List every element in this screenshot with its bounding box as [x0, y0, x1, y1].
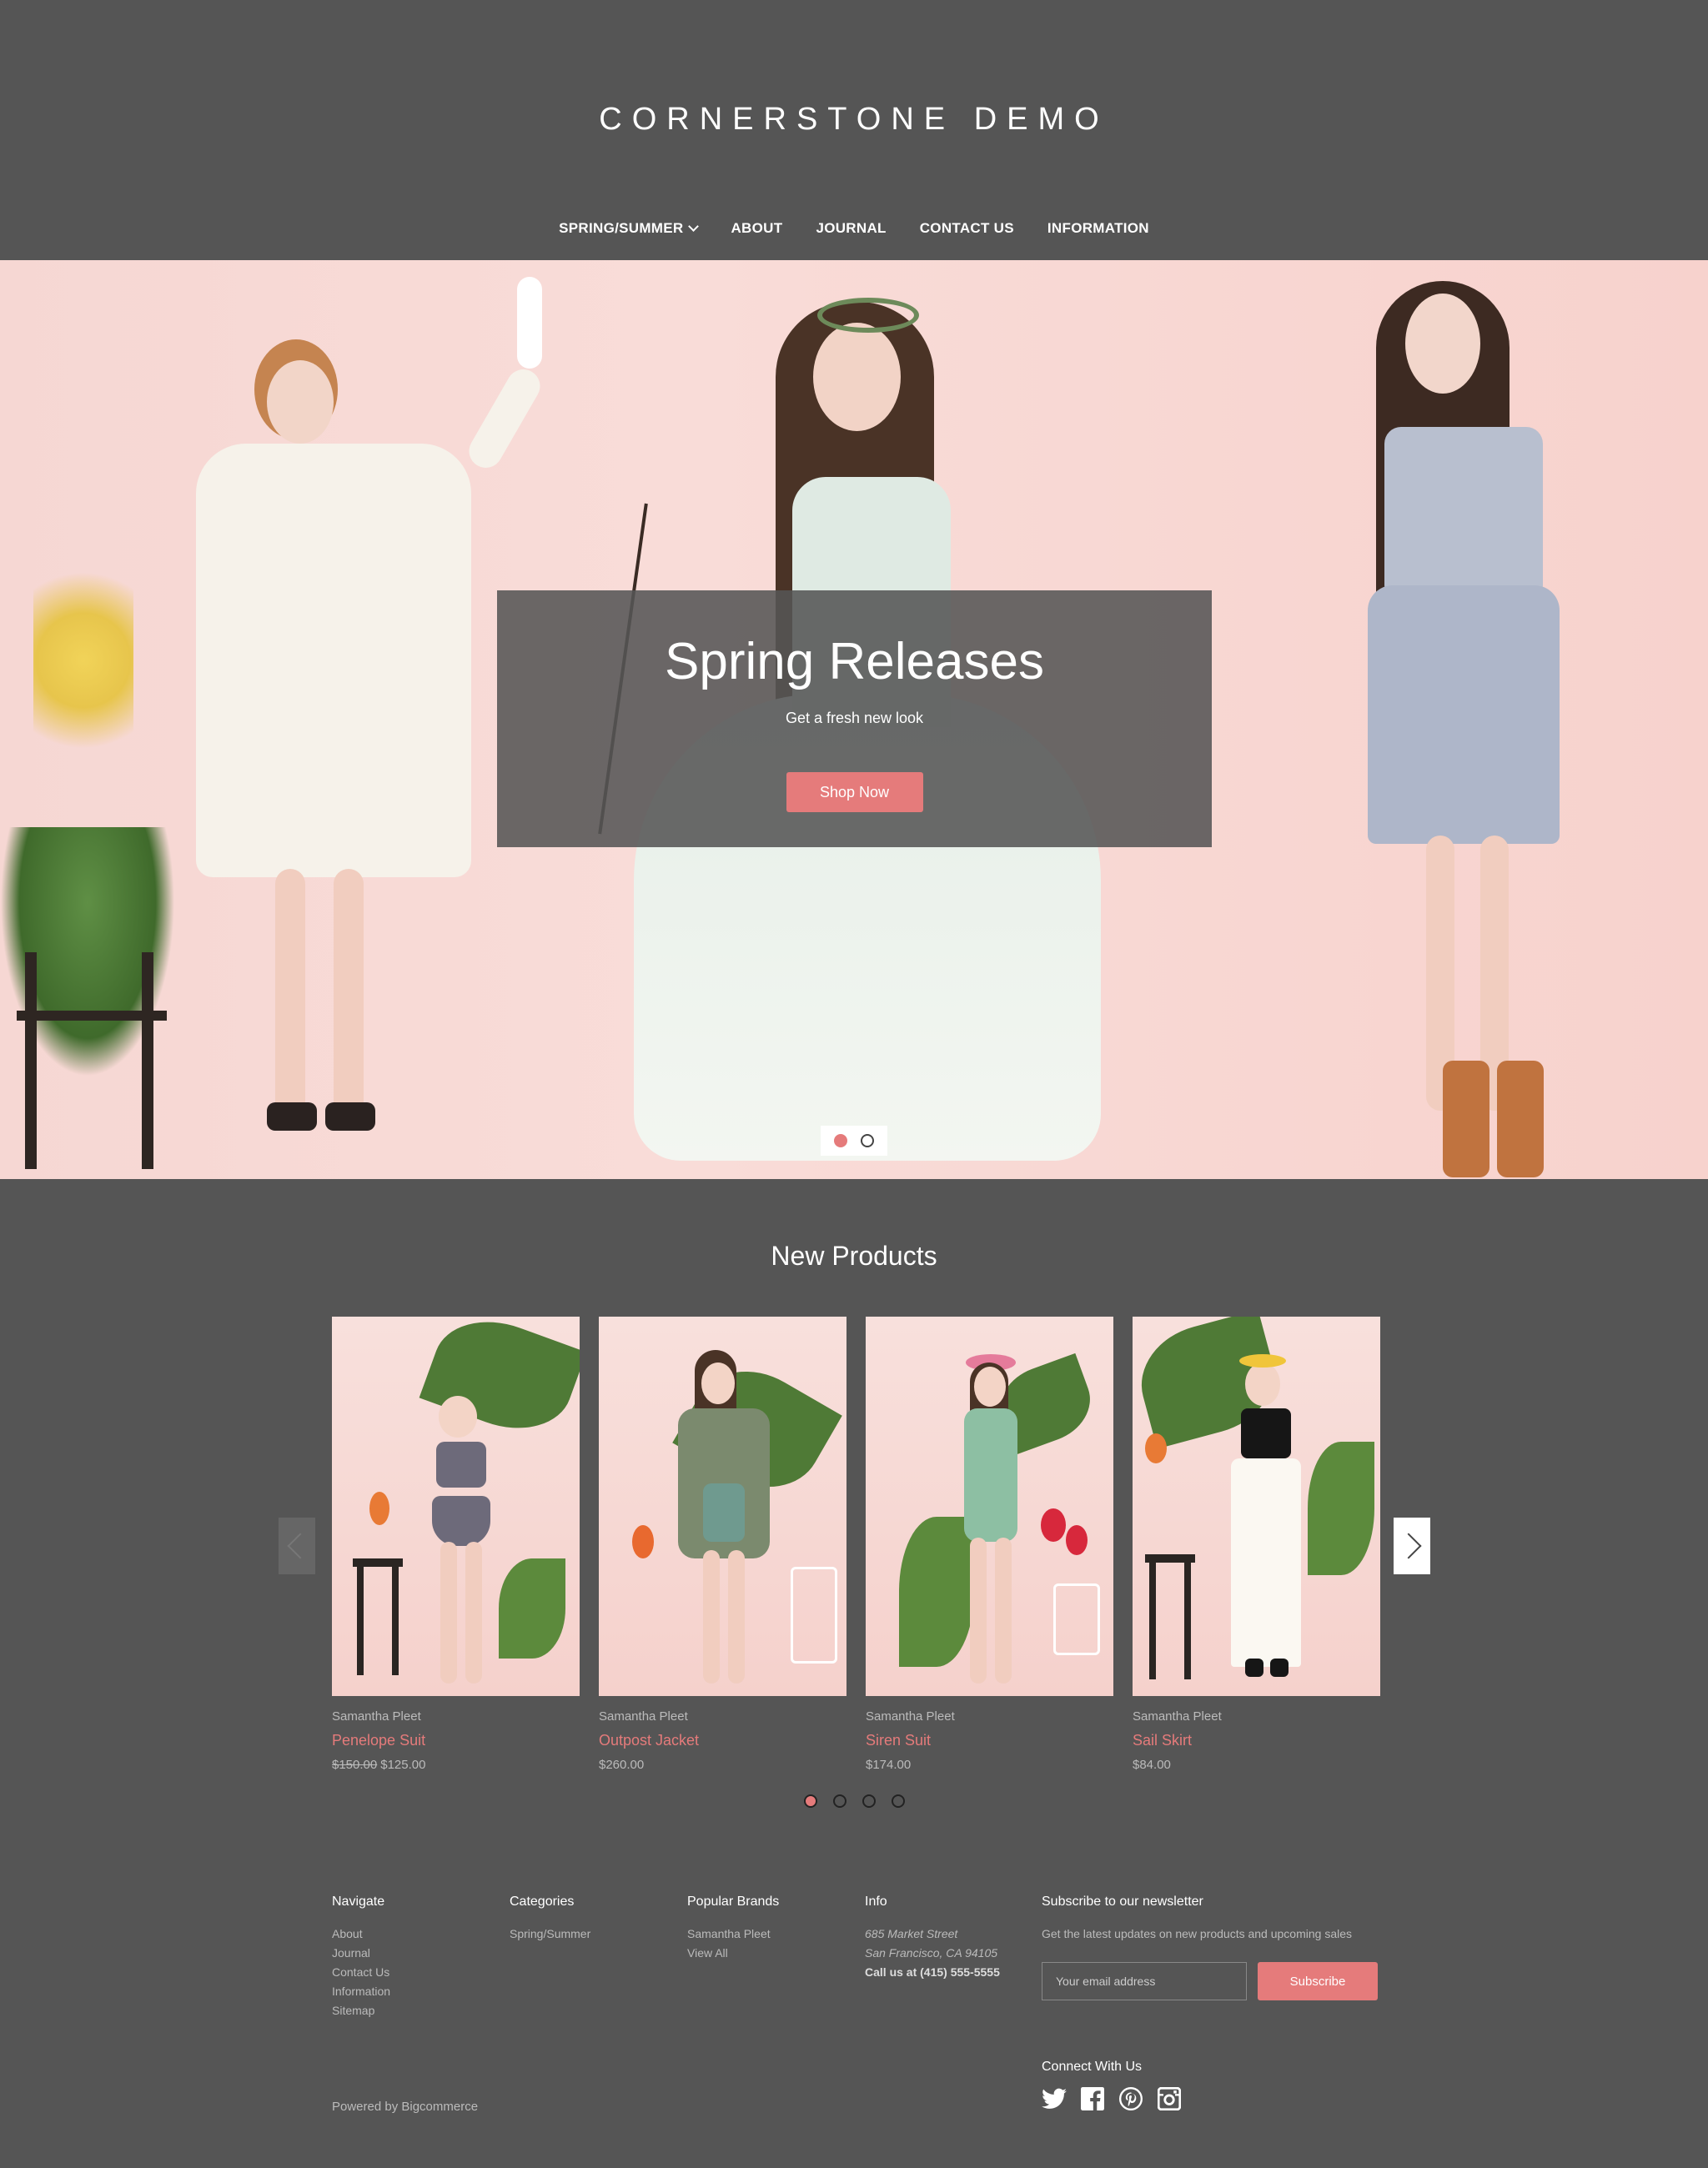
- product-carousel-dots: [0, 1794, 1708, 1808]
- product-name[interactable]: Siren Suit: [866, 1732, 1113, 1749]
- hero-slide-dot-1[interactable]: [834, 1134, 847, 1147]
- nav-item-label: INFORMATION: [1047, 220, 1149, 236]
- product-price: $260.00: [599, 1758, 846, 1772]
- footer-info: Info 685 Market Street San Francisco, CA…: [865, 1894, 1000, 1982]
- footer-link-view-all[interactable]: View All: [687, 1944, 779, 1963]
- page: CORNERSTONE DEMO SPRING/SUMMER ABOUT JOU…: [0, 0, 1708, 2168]
- main-nav: SPRING/SUMMER ABOUT JOURNAL CONTACT US I…: [0, 220, 1708, 237]
- product-sale-price: $174.00: [866, 1758, 912, 1772]
- hero-slide-dots: [821, 1126, 887, 1156]
- hero-banner: Spring Releases Get a fresh new look Sho…: [0, 260, 1708, 1179]
- product-brand: Samantha Pleet: [1133, 1709, 1222, 1724]
- footer-link-sitemap[interactable]: Sitemap: [332, 2001, 390, 2020]
- address-line-2: San Francisco, CA 94105: [865, 1946, 998, 1960]
- carousel-next-button[interactable]: [1394, 1518, 1430, 1574]
- footer-heading: Categories: [510, 1894, 575, 1909]
- nav-item-journal[interactable]: JOURNAL: [816, 220, 886, 237]
- product-brand: Samantha Pleet: [866, 1709, 955, 1724]
- product-card[interactable]: Samantha Pleet Penelope Suit $150.00 $125…: [332, 1317, 580, 1772]
- product-sale-price: $260.00: [599, 1758, 645, 1772]
- product-price: $84.00: [1133, 1758, 1380, 1772]
- product-image[interactable]: [1133, 1317, 1380, 1696]
- nav-item-label: JOURNAL: [816, 220, 887, 236]
- product-old-price: $150.00: [332, 1758, 378, 1772]
- nav-item-contact-us[interactable]: CONTACT US: [920, 220, 1014, 237]
- nav-item-about[interactable]: ABOUT: [731, 220, 782, 237]
- nav-item-label: ABOUT: [731, 220, 783, 236]
- hero-caption: Spring Releases Get a fresh new look Sho…: [497, 590, 1212, 847]
- product-page-dot-4[interactable]: [891, 1794, 905, 1808]
- footer-heading: Popular Brands: [687, 1894, 780, 1909]
- product-card[interactable]: Samantha Pleet Sail Skirt $84.00: [1133, 1317, 1380, 1772]
- facebook-icon[interactable]: [1080, 2086, 1105, 2111]
- product-name[interactable]: Outpost Jacket: [599, 1732, 846, 1749]
- shop-now-button[interactable]: Shop Now: [786, 772, 923, 812]
- footer-heading: Navigate: [332, 1894, 385, 1909]
- footer-link-about[interactable]: About: [332, 1925, 390, 1944]
- footer-newsletter: Subscribe to our newsletter Get the late…: [1042, 1894, 1352, 1944]
- subscribe-button[interactable]: Subscribe: [1258, 1962, 1378, 2000]
- product-name[interactable]: Sail Skirt: [1133, 1732, 1380, 1749]
- product-sale-price: $125.00: [380, 1758, 426, 1772]
- nav-item-label: CONTACT US: [919, 220, 1014, 236]
- product-brand: Samantha Pleet: [332, 1709, 421, 1724]
- product-page-dot-2[interactable]: [832, 1794, 846, 1808]
- newsletter-email-input[interactable]: [1042, 1962, 1247, 2000]
- product-price: $150.00 $125.00: [332, 1758, 580, 1772]
- nav-item-label: SPRING/SUMMER: [559, 220, 684, 236]
- footer-navigate: Navigate About Journal Contact Us Inform…: [332, 1894, 390, 2020]
- instagram-icon[interactable]: [1157, 2086, 1182, 2111]
- site-logo[interactable]: CORNERSTONE DEMO: [0, 102, 1708, 138]
- footer-heading: Info: [865, 1894, 887, 1909]
- product-image[interactable]: [599, 1317, 846, 1696]
- product-name[interactable]: Penelope Suit: [332, 1732, 580, 1749]
- hero-subtitle: Get a fresh new look: [785, 710, 924, 726]
- footer-link-journal[interactable]: Journal: [332, 1944, 390, 1963]
- product-page-dot-1[interactable]: [803, 1794, 817, 1808]
- product-brand: Samantha Pleet: [599, 1709, 688, 1724]
- nav-item-spring-summer[interactable]: SPRING/SUMMER: [559, 220, 700, 237]
- hero-title: Spring Releases: [665, 633, 1044, 690]
- footer-link-samantha-pleet[interactable]: Samantha Pleet: [687, 1925, 779, 1944]
- hero-slide-dot-2[interactable]: [861, 1134, 874, 1147]
- footer-heading: Subscribe to our newsletter: [1042, 1894, 1203, 1909]
- chevron-right-icon: [1395, 1533, 1422, 1559]
- phone-number[interactable]: Call us at (415) 555-5555: [865, 1963, 1000, 1982]
- address-line-1: 685 Market Street: [865, 1927, 958, 1940]
- footer-popular-brands: Popular Brands Samantha Pleet View All: [687, 1894, 779, 1963]
- connect-heading: Connect With Us: [1042, 2060, 1143, 2074]
- product-card[interactable]: Samantha Pleet Outpost Jacket $260.00: [599, 1317, 846, 1772]
- carousel-prev-button[interactable]: [279, 1518, 315, 1574]
- product-card[interactable]: Samantha Pleet Siren Suit $174.00: [866, 1317, 1113, 1772]
- footer-link-information[interactable]: Information: [332, 1982, 390, 2001]
- product-sale-price: $84.00: [1133, 1758, 1171, 1772]
- new-products-title: New Products: [771, 1241, 937, 1271]
- newsletter-description: Get the latest updates on new products a…: [1042, 1927, 1353, 1940]
- product-page-dot-3[interactable]: [862, 1794, 876, 1808]
- chevron-left-icon: [287, 1533, 314, 1559]
- social-links: [1042, 2086, 1182, 2111]
- chevron-down-icon: [688, 221, 700, 232]
- product-price: $174.00: [866, 1758, 1113, 1772]
- footer-categories: Categories Spring/Summer: [510, 1894, 590, 1944]
- footer-link-spring-summer[interactable]: Spring/Summer: [510, 1925, 590, 1944]
- pinterest-icon[interactable]: [1118, 2086, 1143, 2111]
- powered-by[interactable]: Powered by Bigcommerce: [332, 2100, 478, 2114]
- product-image[interactable]: [332, 1317, 580, 1696]
- nav-item-information[interactable]: INFORMATION: [1047, 220, 1149, 237]
- product-image[interactable]: [866, 1317, 1113, 1696]
- footer-link-contact-us[interactable]: Contact Us: [332, 1963, 390, 1982]
- twitter-icon[interactable]: [1042, 2086, 1067, 2111]
